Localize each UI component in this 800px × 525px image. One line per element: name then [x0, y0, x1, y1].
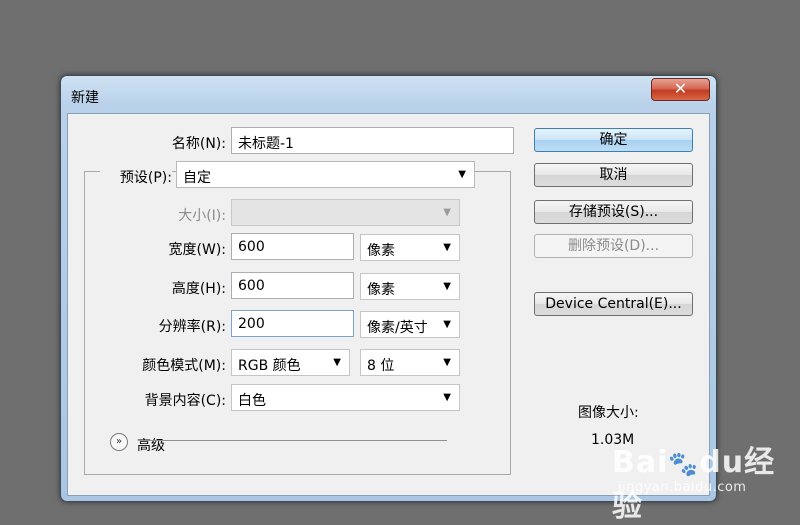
- background-value: 白色: [238, 393, 266, 409]
- size-dropdown: ▼: [231, 199, 460, 226]
- chevron-down-icon: ▼: [443, 242, 451, 253]
- width-input[interactable]: 600: [231, 233, 354, 260]
- chevron-down-icon: ▼: [443, 392, 451, 403]
- chevron-down-icon: ▼: [443, 281, 451, 292]
- resolution-input[interactable]: 200: [231, 310, 354, 337]
- device-central-button[interactable]: Device Central(E)...: [534, 292, 693, 316]
- resolution-label: 分辨率(R):: [158, 319, 226, 335]
- color-mode-dropdown[interactable]: RGB 颜色 ▼: [231, 349, 350, 376]
- double-chevron-down-icon[interactable]: »: [110, 433, 128, 451]
- delete-preset-button: 删除预设(D)...: [534, 234, 693, 258]
- dialog-title: 新建: [71, 90, 99, 106]
- watermark-url: jingyan.baidu.com: [618, 480, 747, 495]
- preset-label: 预设(P):: [100, 167, 172, 187]
- chevron-down-icon: ▼: [458, 169, 466, 180]
- height-unit-dropdown[interactable]: 像素 ▼: [360, 273, 460, 300]
- chevron-down-icon: ▼: [333, 357, 341, 368]
- baidu-jingyan-watermark: Bai🐾du经验 jingyan.baidu.com: [612, 437, 800, 524]
- advanced-toggle-label[interactable]: 高级: [137, 435, 165, 455]
- width-unit-value: 像素: [367, 243, 395, 259]
- width-unit-dropdown[interactable]: 像素 ▼: [360, 234, 460, 261]
- resolution-unit-dropdown[interactable]: 像素/英寸 ▼: [360, 311, 460, 338]
- paw-icon: 🐾: [668, 450, 700, 478]
- chevron-down-icon: ▼: [443, 357, 451, 368]
- color-mode-value: RGB 颜色: [238, 358, 301, 374]
- background-dropdown[interactable]: 白色 ▼: [231, 384, 460, 411]
- preset-dropdown[interactable]: 自定 ▼: [176, 161, 475, 188]
- size-label: 大小(I):: [178, 208, 226, 224]
- chevron-down-icon: ▼: [443, 207, 451, 218]
- advanced-divider: [146, 440, 447, 441]
- background-label: 背景内容(C):: [144, 393, 226, 409]
- bit-depth-dropdown[interactable]: 8 位 ▼: [360, 349, 460, 376]
- height-unit-value: 像素: [367, 282, 395, 298]
- resolution-unit-value: 像素/英寸: [367, 320, 428, 336]
- height-input[interactable]: 600: [231, 272, 354, 299]
- dialog-titlebar[interactable]: 新建 ✕: [61, 76, 716, 112]
- width-label: 宽度(W):: [168, 242, 226, 258]
- save-preset-button[interactable]: 存储预设(S)...: [534, 200, 693, 224]
- close-button[interactable]: ✕: [651, 78, 710, 101]
- close-icon: ✕: [673, 79, 688, 98]
- image-size-label: 图像大小:: [578, 405, 639, 421]
- preset-value: 自定: [183, 170, 211, 186]
- height-label: 高度(H):: [171, 281, 226, 297]
- bit-depth-value: 8 位: [367, 358, 395, 374]
- name-label: 名称(N):: [171, 136, 226, 152]
- color-mode-label: 颜色模式(M):: [142, 358, 226, 374]
- chevron-down-icon: ▼: [443, 319, 451, 330]
- ok-button[interactable]: 确定: [534, 128, 693, 152]
- name-input[interactable]: 未标题-1: [231, 127, 514, 154]
- cancel-button[interactable]: 取消: [534, 163, 693, 187]
